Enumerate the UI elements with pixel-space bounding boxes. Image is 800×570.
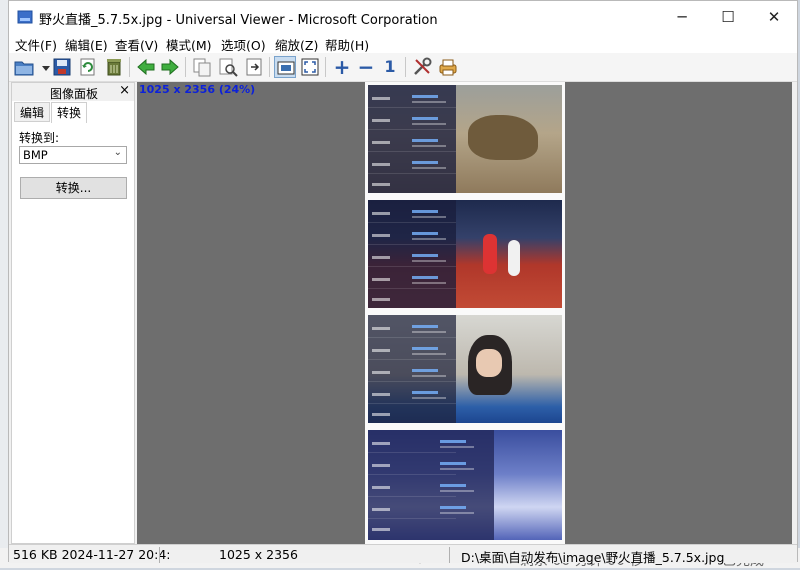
actual-size-icon[interactable]: 1 (379, 56, 401, 78)
toolbar-separator (405, 57, 406, 77)
menu-options[interactable]: 选项(O) (221, 35, 266, 54)
toolbar: + − 1 (9, 53, 797, 82)
window-title: 野火直播_5.7.5x.jpg - Universal Viewer - Mic… (39, 13, 438, 28)
title-bar[interactable]: 野火直播_5.7.5x.jpg - Universal Viewer - Mic… (9, 1, 797, 33)
tools-icon[interactable] (411, 56, 433, 78)
menu-mode[interactable]: 模式(M) (166, 35, 212, 54)
format-select-value: BMP (23, 148, 48, 162)
toolbar-separator (129, 57, 130, 77)
minimize-button[interactable]: ─ (659, 1, 705, 33)
channel-list-overlay (368, 430, 494, 540)
channel-list-overlay (368, 85, 456, 193)
open-folder-icon[interactable] (13, 56, 35, 78)
image-frame-4 (368, 430, 562, 540)
format-select[interactable]: BMP ⌄ (19, 146, 127, 164)
menu-zoom[interactable]: 缩放(Z) (275, 35, 318, 54)
app-icon (17, 10, 33, 24)
frame-figure (508, 240, 520, 276)
convert-to-label: 转换到: (19, 131, 60, 145)
image-viewer[interactable]: 1025 x 2356 (24%) (137, 82, 792, 544)
image-frame-3 (368, 315, 562, 423)
menu-file[interactable]: 文件(F) (15, 35, 57, 54)
image-dimensions-label: 1025 x 2356 (24%) (139, 83, 256, 96)
image-panel: 图像面板 × 编辑 转换 转换到: BMP ⌄ 转换... (11, 82, 135, 544)
convert-button[interactable]: 转换... (20, 177, 127, 199)
status-dimensions: 1025 x 2356 (219, 547, 298, 562)
status-bar: 516 KB 2024-11-27 20:4: 1025 x 2356 D:\桌… (9, 544, 797, 565)
menu-edit[interactable]: 编辑(E) (65, 35, 108, 54)
copy-icon[interactable] (191, 56, 213, 78)
tab-convert[interactable]: 转换 (51, 102, 88, 123)
reload-icon[interactable] (77, 56, 99, 78)
dropdown-arrow-icon[interactable] (35, 56, 50, 78)
panel-close-icon[interactable]: × (119, 83, 130, 98)
delete-icon[interactable] (103, 56, 125, 78)
menu-view[interactable]: 查看(V) (115, 35, 158, 54)
displayed-image (365, 82, 565, 544)
zoom-out-icon[interactable]: − (355, 56, 377, 78)
channel-list-overlay (368, 315, 456, 423)
panel-header: 图像面板 × (12, 83, 134, 101)
image-frame-2 (368, 200, 562, 308)
toolbar-separator (325, 57, 326, 77)
frame-figure (483, 234, 497, 274)
channel-list-overlay (368, 200, 456, 308)
image-frame-1 (368, 85, 562, 193)
next-arrow-icon[interactable] (159, 56, 181, 78)
status-separator (159, 547, 160, 563)
fullscreen-icon[interactable] (299, 56, 321, 78)
status-path: D:\桌面\自动发布\image\野火直播_5.7.5x.jpg (461, 550, 725, 565)
status-filesize-date: 516 KB 2024-11-27 20:4: (13, 547, 171, 562)
toolbar-separator (269, 57, 270, 77)
prev-arrow-icon[interactable] (135, 56, 157, 78)
fit-window-icon[interactable] (274, 56, 296, 78)
panel-title: 图像面板 (50, 87, 99, 101)
close-button[interactable]: ✕ (751, 1, 797, 33)
find-icon[interactable] (217, 56, 239, 78)
toolbar-separator (185, 57, 186, 77)
frame-figure (468, 115, 538, 160)
zoom-in-icon[interactable]: + (331, 56, 353, 78)
menu-bar: 文件(F) 编辑(E) 查看(V) 模式(M) 选项(O) 缩放(Z) 帮助(H… (9, 33, 797, 53)
frame-figure (476, 349, 502, 377)
chevron-down-icon: ⌄ (113, 147, 122, 158)
menu-help[interactable]: 帮助(H) (325, 35, 369, 54)
export-icon[interactable] (243, 56, 265, 78)
save-icon[interactable] (51, 56, 73, 78)
status-separator (449, 547, 450, 563)
app-window: 野火直播_5.7.5x.jpg - Universal Viewer - Mic… (8, 0, 798, 565)
tab-edit[interactable]: 编辑 (14, 102, 51, 122)
maximize-button[interactable]: ☐ (705, 1, 751, 33)
print-icon[interactable] (437, 56, 459, 78)
